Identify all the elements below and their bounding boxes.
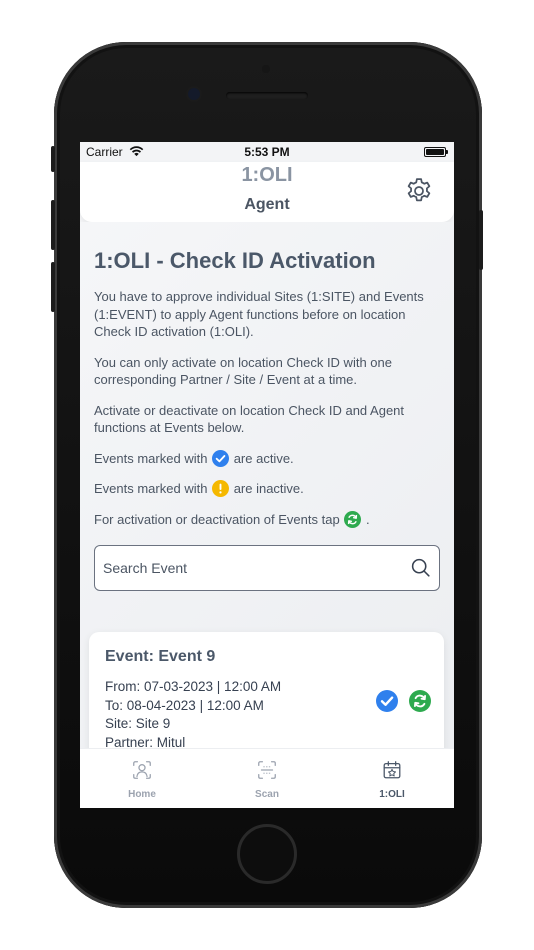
app-logo: 1:OLI bbox=[241, 164, 293, 186]
tab-home-label: Home bbox=[128, 789, 156, 800]
event-partner: Partner: Mitul bbox=[105, 734, 186, 749]
phone-front-camera bbox=[188, 88, 200, 100]
info-paragraph-sync-legend: For activation or deactivation of Events… bbox=[94, 510, 440, 529]
tab-home[interactable]: Home bbox=[80, 749, 204, 808]
event-details: From: 07-03-2023 | 12:00 AM To: 08-04-20… bbox=[105, 678, 428, 748]
gear-icon[interactable] bbox=[404, 176, 434, 206]
phone-proximity-sensor bbox=[262, 65, 270, 73]
phone-volume-up-button bbox=[51, 200, 55, 250]
search-box bbox=[94, 545, 440, 591]
page-title: 1:OLI - Check ID Activation bbox=[94, 248, 376, 273]
tab-scan-label: Scan bbox=[255, 789, 279, 800]
event-card[interactable]: Event: Event 9 From: 07-03-2023 | 12:00 … bbox=[89, 632, 444, 748]
bottom-tab-bar: Home Scan 1:OLI bbox=[80, 748, 454, 808]
phone-earpiece-speaker bbox=[226, 92, 308, 99]
status-bar: Carrier 5:53 PM bbox=[80, 142, 454, 162]
info-paragraph-single-activation: You can only activate on location Check … bbox=[94, 354, 392, 388]
scan-frame-icon bbox=[258, 761, 276, 779]
active-legend-text: Events marked with bbox=[94, 450, 208, 466]
info-paragraph-inactive-legend: Events marked with are inactive. bbox=[94, 480, 440, 498]
warning-circle-icon bbox=[212, 480, 230, 497]
battery-icon bbox=[424, 147, 448, 157]
search-icon[interactable] bbox=[410, 557, 431, 578]
sync-circle-icon bbox=[344, 510, 362, 528]
app-screen: Carrier 5:53 PM 1:OLI Agent 1:OLI - Chec… bbox=[80, 142, 454, 808]
user-scan-icon bbox=[133, 761, 151, 779]
main-content: 1:OLI - Check ID Activation You have to … bbox=[80, 222, 454, 748]
check-circle-icon bbox=[212, 449, 230, 467]
phone-silent-switch bbox=[51, 146, 55, 172]
sync-legend-suffix: . bbox=[365, 511, 370, 527]
app-header: 1:OLI Agent bbox=[80, 162, 454, 222]
event-site: Site: Site 9 bbox=[105, 716, 171, 731]
calendar-star-icon bbox=[383, 761, 401, 779]
tab-oli-label: 1:OLI bbox=[379, 789, 405, 800]
info-paragraph-activate: Activate or deactivate on location Check… bbox=[94, 402, 405, 436]
event-title: Event: Event 9 bbox=[105, 648, 216, 665]
event-active-check-icon[interactable] bbox=[376, 690, 398, 712]
active-legend-suffix: are active. bbox=[233, 450, 294, 466]
info-paragraph-active-legend: Events marked with are active. bbox=[94, 449, 440, 468]
tab-scan[interactable]: Scan bbox=[205, 749, 329, 808]
status-time: 5:53 PM bbox=[244, 145, 290, 159]
sync-legend-text: For activation or deactivation of Events… bbox=[94, 511, 340, 527]
event-sync-icon[interactable] bbox=[409, 690, 431, 712]
phone-volume-down-button bbox=[51, 262, 55, 312]
tab-oli[interactable]: 1:OLI bbox=[330, 749, 454, 808]
inactive-legend-text: Events marked with bbox=[94, 481, 208, 496]
header-subtitle: Agent bbox=[244, 196, 290, 213]
phone-home-button[interactable] bbox=[237, 824, 297, 884]
inactive-legend-suffix: are inactive. bbox=[233, 481, 304, 496]
search-input[interactable] bbox=[103, 546, 393, 589]
phone-power-button bbox=[479, 210, 483, 270]
info-paragraph-approval: You have to approve individual Sites (1:… bbox=[94, 289, 424, 339]
